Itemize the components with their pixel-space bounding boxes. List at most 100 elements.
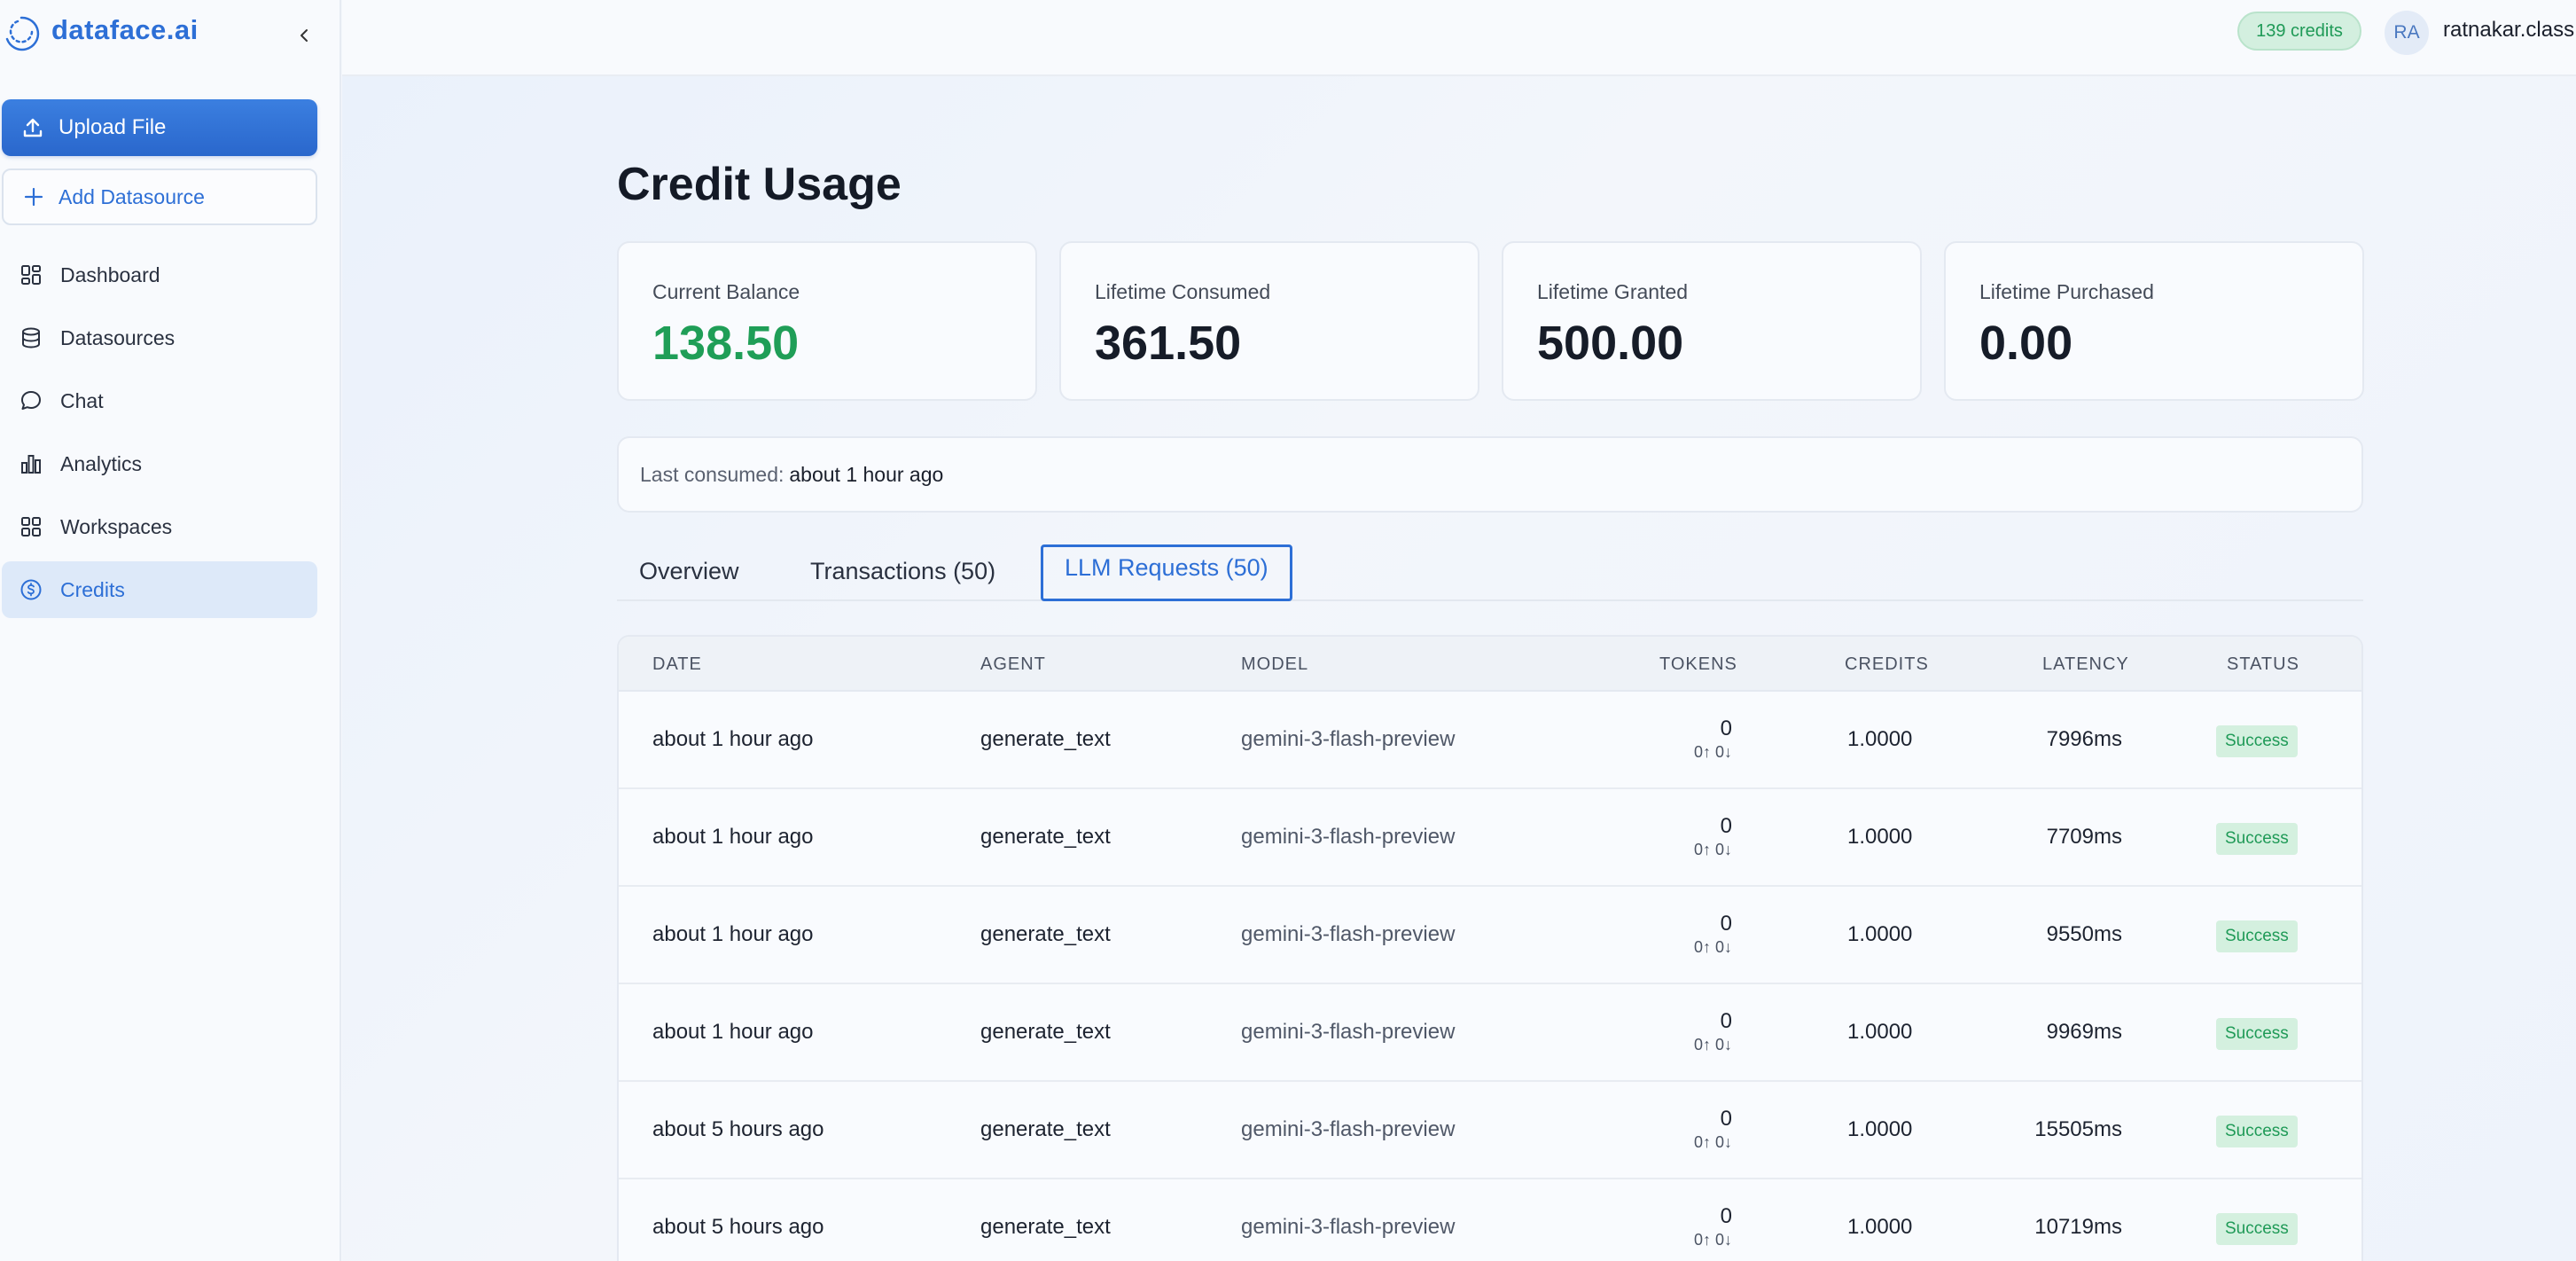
dashboard-icon bbox=[21, 265, 41, 285]
upload-file-label: Upload File bbox=[59, 115, 167, 139]
sidebar-item-chat[interactable]: Chat bbox=[2, 372, 317, 429]
tab-llm-requests[interactable]: LLM Requests (50) bbox=[1041, 544, 1292, 601]
sidebar-item-label: Dashboard bbox=[60, 262, 160, 286]
cell-tokens: 0 0↑ 0↓ bbox=[1626, 1107, 1732, 1152]
cell-latency: 9550ms bbox=[2046, 922, 2122, 946]
tokens-detail: 0↑ 0↓ bbox=[1693, 1133, 1732, 1151]
sidebar-item-label: Datasources bbox=[60, 325, 176, 349]
table-row[interactable]: about 1 hour ago generate_text gemini-3-fl… bbox=[619, 692, 2361, 789]
cell-credits: 1.0000 bbox=[1847, 825, 1913, 849]
column-header-model[interactable]: MODEL bbox=[1241, 654, 1308, 675]
table-row[interactable]: about 1 hour ago generate_text gemini-3-fl… bbox=[619, 789, 2361, 887]
table-row[interactable]: about 1 hour ago generate_text gemini-3-fl… bbox=[619, 984, 2361, 1082]
status-badge: Success bbox=[2216, 725, 2298, 757]
database-icon bbox=[22, 327, 40, 349]
cell-date: about 1 hour ago bbox=[652, 825, 814, 849]
table-header: DATE AGENT MODEL TOKENS CREDITS LATENCY … bbox=[619, 637, 2361, 692]
add-datasource-button[interactable]: Add Datasource bbox=[2, 168, 317, 225]
stat-value: 0.00 bbox=[1979, 317, 2073, 370]
sidebar-item-credits[interactable]: Credits bbox=[2, 561, 317, 618]
sidebar-item-datasources[interactable]: Datasources bbox=[2, 309, 317, 366]
cell-agent: generate_text bbox=[980, 1215, 1111, 1239]
cell-agent: generate_text bbox=[980, 922, 1111, 946]
sidebar-item-label: Chat bbox=[60, 388, 104, 412]
cell-model: gemini-3-flash-preview bbox=[1241, 825, 1456, 849]
stat-value: 500.00 bbox=[1537, 317, 1684, 370]
cell-latency: 7709ms bbox=[2046, 825, 2122, 849]
sidebar-item-label: Workspaces bbox=[60, 514, 173, 538]
cell-agent: generate_text bbox=[980, 825, 1111, 849]
logo-icon bbox=[5, 16, 40, 51]
page-title: Credit Usage bbox=[617, 159, 902, 210]
column-header-status[interactable]: STATUS bbox=[2227, 654, 2299, 675]
sidebar-item-analytics[interactable]: Analytics bbox=[2, 435, 317, 492]
tokens-total: 0 bbox=[1720, 814, 1732, 838]
stat-value: 138.50 bbox=[652, 317, 800, 370]
cell-credits: 1.0000 bbox=[1847, 1215, 1913, 1239]
sidebar-item-workspaces[interactable]: Workspaces bbox=[2, 498, 317, 555]
bar-chart-icon bbox=[21, 455, 41, 474]
cell-date: about 5 hours ago bbox=[652, 1117, 824, 1141]
upload-file-button[interactable]: Upload File bbox=[2, 99, 317, 156]
stat-label: Current Balance bbox=[652, 280, 800, 303]
status-badge: Success bbox=[2216, 920, 2298, 952]
cell-credits: 1.0000 bbox=[1847, 727, 1913, 751]
chat-icon bbox=[21, 391, 41, 410]
add-datasource-label: Add Datasource bbox=[59, 184, 205, 208]
sidebar-item-label: Credits bbox=[60, 577, 125, 601]
tokens-detail: 0↑ 0↓ bbox=[1693, 1231, 1732, 1249]
column-header-agent[interactable]: AGENT bbox=[980, 654, 1046, 675]
cell-date: about 1 hour ago bbox=[652, 922, 814, 946]
tab-bar: Overview Transactions (50) LLM Requests … bbox=[617, 541, 2363, 601]
last-consumed-value: about 1 hour ago bbox=[789, 462, 944, 486]
cell-credits: 1.0000 bbox=[1847, 922, 1913, 946]
cell-tokens: 0 0↑ 0↓ bbox=[1626, 1204, 1732, 1249]
stat-card-current-balance: Current Balance 138.50 bbox=[617, 241, 1037, 401]
sidebar-nav: Dashboard Datasources Chat Analytics Wor… bbox=[2, 247, 317, 624]
table-row[interactable]: about 5 hours ago generate_text gemini-3-f… bbox=[619, 1179, 2361, 1261]
llm-requests-table: DATE AGENT MODEL TOKENS CREDITS LATENCY … bbox=[617, 635, 2363, 1261]
stat-card-lifetime-consumed: Lifetime Consumed 361.50 bbox=[1059, 241, 1479, 401]
tokens-total: 0 bbox=[1720, 1204, 1732, 1228]
user-name[interactable]: ratnakar.class bbox=[2443, 18, 2574, 43]
status-badge: Success bbox=[2216, 823, 2298, 855]
tokens-detail: 0↑ 0↓ bbox=[1693, 1036, 1732, 1053]
column-header-credits[interactable]: CREDITS bbox=[1845, 654, 1929, 675]
last-consumed-bar: Last consumed: about 1 hour ago bbox=[617, 436, 2363, 513]
collapse-sidebar-button[interactable] bbox=[293, 23, 317, 48]
last-consumed-label: Last consumed: bbox=[640, 462, 785, 486]
brand: dataface.ai bbox=[0, 9, 341, 62]
stat-label: Lifetime Purchased bbox=[1979, 280, 2154, 303]
plus-icon bbox=[24, 187, 43, 207]
tab-overview[interactable]: Overview bbox=[639, 544, 739, 598]
sidebar-item-label: Analytics bbox=[60, 451, 143, 475]
cell-agent: generate_text bbox=[980, 727, 1111, 751]
column-header-tokens[interactable]: TOKENS bbox=[1659, 654, 1737, 675]
column-header-date[interactable]: DATE bbox=[652, 654, 702, 675]
cell-date: about 1 hour ago bbox=[652, 727, 814, 751]
status-badge: Success bbox=[2216, 1018, 2298, 1050]
credits-badge[interactable]: 139 credits bbox=[2237, 12, 2361, 51]
brand-name: dataface.ai bbox=[51, 14, 199, 45]
sidebar-item-dashboard[interactable]: Dashboard bbox=[2, 247, 317, 303]
cell-date: about 5 hours ago bbox=[652, 1215, 824, 1239]
table-body: about 1 hour ago generate_text gemini-3-fl… bbox=[619, 692, 2361, 1261]
stat-card-lifetime-granted: Lifetime Granted 500.00 bbox=[1502, 241, 1922, 401]
cell-credits: 1.0000 bbox=[1847, 1020, 1913, 1044]
cell-model: gemini-3-flash-preview bbox=[1241, 1020, 1456, 1044]
status-badge: Success bbox=[2216, 1213, 2298, 1245]
cell-tokens: 0 0↑ 0↓ bbox=[1626, 912, 1732, 957]
cell-model: gemini-3-flash-preview bbox=[1241, 1117, 1456, 1141]
cell-tokens: 0 0↑ 0↓ bbox=[1626, 717, 1732, 762]
cell-latency: 7996ms bbox=[2046, 727, 2122, 751]
cell-model: gemini-3-flash-preview bbox=[1241, 727, 1456, 751]
column-header-latency[interactable]: LATENCY bbox=[2042, 654, 2129, 675]
table-row[interactable]: about 1 hour ago generate_text gemini-3-fl… bbox=[619, 887, 2361, 984]
tokens-total: 0 bbox=[1720, 1009, 1732, 1033]
avatar[interactable]: RA bbox=[2385, 11, 2429, 55]
tokens-detail: 0↑ 0↓ bbox=[1693, 938, 1732, 956]
table-row[interactable]: about 5 hours ago generate_text gemini-3-f… bbox=[619, 1082, 2361, 1179]
stat-value: 361.50 bbox=[1095, 317, 1242, 370]
dollar-circle-icon bbox=[20, 579, 42, 600]
tab-transactions[interactable]: Transactions (50) bbox=[810, 544, 995, 598]
